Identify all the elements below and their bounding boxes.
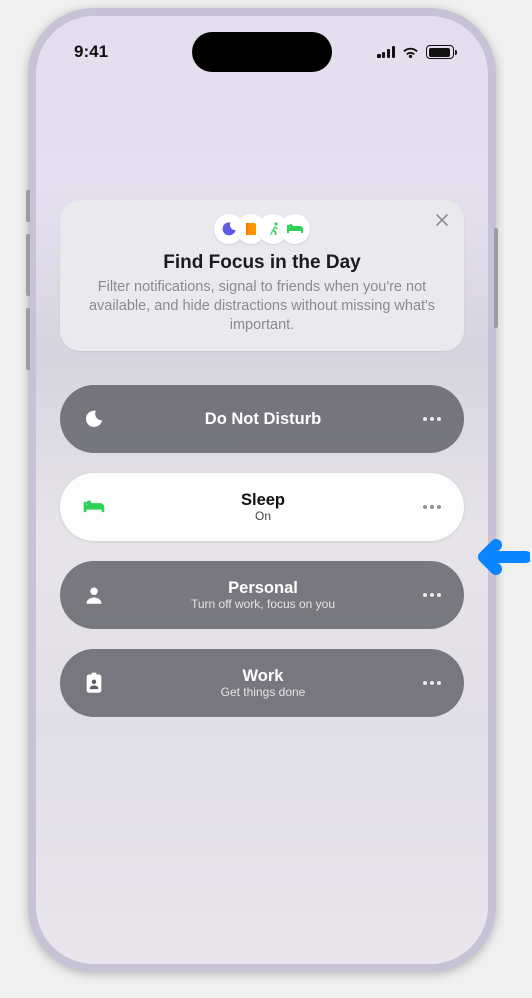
more-icon[interactable]: [418, 417, 446, 421]
intro-card: Find Focus in the Day Filter notificatio…: [60, 200, 464, 351]
focus-item-label: Do Not Disturb: [108, 410, 418, 429]
close-icon[interactable]: [432, 210, 452, 230]
focus-item-sub: On: [108, 510, 418, 524]
person-icon: [80, 581, 108, 609]
screen: 9:41: [36, 16, 488, 964]
intro-title: Find Focus in the Day: [78, 252, 446, 274]
focus-item-sub: Turn off work, focus on you: [108, 598, 418, 612]
focus-item-personal[interactable]: Personal Turn off work, focus on you: [60, 561, 464, 629]
focus-panel: Find Focus in the Day Filter notificatio…: [60, 200, 464, 717]
badge-icon: [80, 669, 108, 697]
focus-item-label: Work: [108, 667, 418, 686]
more-icon[interactable]: [418, 593, 446, 597]
focus-item-label: Personal: [108, 579, 418, 598]
focus-item-work[interactable]: Work Get things done: [60, 649, 464, 717]
callout-arrow-icon: [476, 536, 530, 578]
focus-item-label: Sleep: [108, 491, 418, 510]
intro-icon-row: [78, 214, 446, 244]
dynamic-island: [192, 32, 332, 72]
bed-icon: [280, 214, 310, 244]
status-time: 9:41: [74, 42, 108, 62]
phone-frame: 9:41: [28, 8, 496, 972]
status-icons: [377, 45, 454, 59]
cellular-icon: [377, 46, 395, 58]
battery-icon: [426, 45, 454, 59]
focus-item-dnd[interactable]: Do Not Disturb: [60, 385, 464, 453]
focus-item-sleep[interactable]: Sleep On: [60, 473, 464, 541]
intro-subtitle: Filter notifications, signal to friends …: [78, 278, 446, 335]
focus-list: Do Not Disturb Sleep On: [60, 385, 464, 717]
focus-item-sub: Get things done: [108, 686, 418, 700]
phone-power-button: [494, 228, 498, 328]
bed-icon: [80, 493, 108, 521]
more-icon[interactable]: [418, 505, 446, 509]
wifi-icon: [401, 45, 420, 59]
more-icon[interactable]: [418, 681, 446, 685]
moon-icon: [80, 405, 108, 433]
phone-side-buttons-left: [26, 190, 30, 370]
